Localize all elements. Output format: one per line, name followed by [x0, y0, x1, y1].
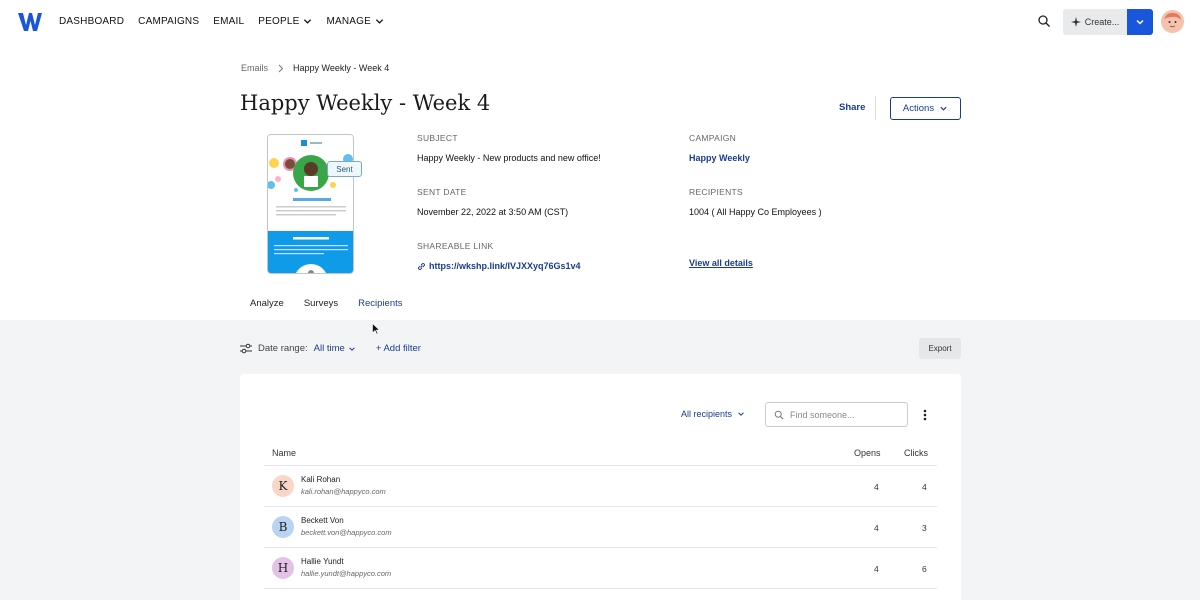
recipient-avatar: K: [272, 475, 294, 497]
main-nav: DASHBOARD CAMPAIGNS EMAIL PEOPLE MANAGE: [59, 16, 384, 27]
breadcrumb: Emails Happy Weekly - Week 4: [241, 63, 389, 73]
chevron-down-icon: [375, 19, 384, 24]
mouse-cursor-icon: [372, 323, 380, 335]
date-range-label: Date range:: [258, 343, 308, 354]
view-details-wrapper: View all details: [689, 258, 753, 268]
tab-bar: Analyze Surveys Recipients: [240, 295, 413, 323]
recipient-opens: 4: [874, 482, 879, 492]
sent-date-value: November 22, 2022 at 3:50 AM (CST): [417, 207, 569, 217]
recipient-filter-select[interactable]: All recipients: [681, 409, 745, 419]
tab-analyze[interactable]: Analyze: [240, 295, 294, 323]
recipient-name: Beckett Von: [301, 516, 344, 525]
subject-value: Happy Weekly - New products and new offi…: [417, 153, 601, 163]
view-all-details-link[interactable]: View all details: [689, 258, 753, 268]
export-button[interactable]: Export: [919, 338, 961, 359]
recipient-avatar: H: [272, 557, 294, 579]
recipients-panel: All recipients Name Opens Clicks K Kali …: [240, 374, 961, 600]
recipient-clicks: 4: [922, 482, 927, 492]
nav-campaigns[interactable]: CAMPAIGNS: [138, 16, 199, 27]
recipients-field: RECIPIENTS 1004 ( All Happy Co Employees…: [689, 187, 822, 217]
divider: [875, 96, 876, 120]
chevron-down-icon: [940, 106, 947, 111]
shareable-link[interactable]: https://wkshp.link/IVJXXyq76Gs1v4: [417, 261, 581, 271]
date-range-select[interactable]: All time: [314, 343, 356, 354]
find-someone-input[interactable]: [790, 409, 900, 420]
search-icon: [774, 410, 784, 419]
column-clicks[interactable]: Clicks: [904, 448, 928, 458]
recipient-name: Kali Rohan: [301, 475, 341, 484]
share-button[interactable]: Share: [839, 102, 865, 113]
chevron-right-icon: [278, 64, 284, 72]
email-preview-thumbnail[interactable]: [267, 134, 354, 274]
recipient-clicks: 6: [922, 564, 927, 574]
breadcrumb-current: Happy Weekly - Week 4: [293, 63, 390, 73]
recipients-value: 1004 ( All Happy Co Employees ): [689, 207, 822, 217]
sparkle-icon: [1070, 17, 1081, 27]
user-face-icon: [1161, 10, 1184, 33]
more-options-icon[interactable]: [920, 408, 930, 422]
workshop-logo-icon[interactable]: [18, 12, 42, 32]
table-header: Name Opens Clicks: [264, 444, 937, 466]
nav-manage[interactable]: MANAGE: [326, 16, 384, 27]
tab-surveys[interactable]: Surveys: [294, 295, 348, 323]
recipient-avatar: B: [272, 516, 294, 538]
shareable-link-field: SHAREABLE LINK https://wkshp.link/IVJXXy…: [417, 241, 581, 271]
table-row[interactable]: B Beckett Von beckett.von@happyco.com 4 …: [264, 507, 937, 548]
table-row[interactable]: H Hallie Yundt hallie.yundt@happyco.com …: [264, 548, 937, 589]
recipient-clicks: 3: [922, 523, 927, 533]
create-button-group: Create...: [1063, 9, 1153, 35]
sent-date-field: SENT DATE November 22, 2022 at 3:50 AM (…: [417, 187, 569, 217]
table-row[interactable]: K Kali Rohan kali.rohan@happyco.com 4 4: [264, 466, 937, 507]
chevron-down-icon: [1136, 19, 1144, 25]
recipient-opens: 4: [874, 564, 879, 574]
chevron-down-icon: [349, 346, 355, 351]
user-avatar[interactable]: [1161, 10, 1184, 33]
chevron-down-icon: [738, 412, 744, 416]
nav-email[interactable]: EMAIL: [213, 16, 244, 27]
page-title: Happy Weekly - Week 4: [240, 91, 491, 115]
create-button[interactable]: Create...: [1063, 9, 1127, 35]
top-navigation: DASHBOARD CAMPAIGNS EMAIL PEOPLE MANAGE …: [0, 0, 1200, 44]
nav-dashboard[interactable]: DASHBOARD: [59, 16, 124, 27]
nav-people[interactable]: PEOPLE: [258, 16, 312, 27]
chevron-down-icon: [304, 19, 312, 24]
find-someone-search: [765, 402, 908, 427]
email-preview-image: [268, 135, 353, 273]
column-opens[interactable]: Opens: [854, 448, 881, 458]
create-dropdown-button[interactable]: [1127, 9, 1153, 35]
recipient-opens: 4: [874, 523, 879, 533]
filter-bar: Date range: All time + Add filter: [240, 343, 421, 354]
column-name[interactable]: Name: [272, 448, 296, 458]
recipient-email: hallie.yundt@happyco.com: [301, 569, 392, 578]
search-icon[interactable]: [1036, 13, 1052, 29]
campaign-link[interactable]: Happy Weekly: [689, 153, 750, 163]
campaign-field: CAMPAIGN Happy Weekly: [689, 133, 750, 163]
sliders-icon[interactable]: [240, 343, 252, 354]
recipient-email: kali.rohan@happyco.com: [301, 487, 386, 496]
breadcrumb-emails[interactable]: Emails: [241, 63, 268, 73]
recipient-email: beckett.von@happyco.com: [301, 528, 392, 537]
sent-status-badge: Sent: [327, 161, 362, 177]
add-filter-button[interactable]: + Add filter: [376, 343, 421, 354]
subject-field: SUBJECT Happy Weekly - New products and …: [417, 133, 601, 163]
tab-recipients[interactable]: Recipients: [348, 295, 413, 323]
link-icon: [417, 262, 426, 270]
recipient-name: Hallie Yundt: [301, 557, 344, 566]
actions-button[interactable]: Actions: [890, 97, 961, 120]
